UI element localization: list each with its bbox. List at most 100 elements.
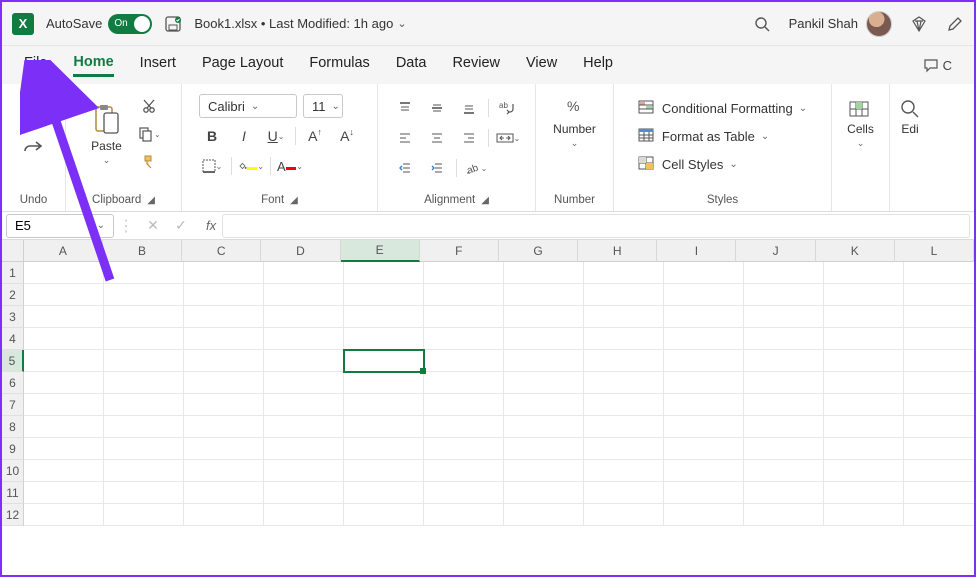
font-launcher[interactable]: ◢ — [290, 195, 298, 206]
cell[interactable] — [904, 394, 974, 416]
format-painter-button[interactable] — [136, 150, 162, 174]
cell[interactable] — [104, 482, 184, 504]
row-header[interactable]: 1 — [2, 262, 24, 284]
cell[interactable] — [584, 328, 664, 350]
cell[interactable] — [344, 328, 424, 350]
cell[interactable] — [744, 460, 824, 482]
cell[interactable] — [664, 328, 744, 350]
cell[interactable] — [264, 416, 344, 438]
cell[interactable] — [184, 482, 264, 504]
cell[interactable] — [824, 284, 904, 306]
cell[interactable] — [744, 372, 824, 394]
cell[interactable] — [744, 394, 824, 416]
cell[interactable] — [744, 328, 824, 350]
cell[interactable] — [344, 262, 424, 284]
cell[interactable] — [904, 504, 974, 526]
cell[interactable] — [664, 372, 744, 394]
cell[interactable] — [344, 284, 424, 306]
underline-button[interactable]: U⌄ — [263, 124, 289, 148]
cell[interactable] — [824, 328, 904, 350]
paste-button[interactable]: Paste ⌄ — [85, 99, 128, 170]
cell[interactable] — [24, 416, 104, 438]
cell[interactable] — [344, 306, 424, 328]
cell[interactable] — [904, 328, 974, 350]
cell[interactable] — [824, 306, 904, 328]
cell-styles-button[interactable]: Cell Styles⌄ — [634, 154, 742, 174]
formula-input[interactable] — [222, 214, 970, 238]
row-header[interactable]: 4 — [2, 328, 24, 350]
alignment-launcher[interactable]: ◢ — [481, 195, 489, 206]
cell[interactable] — [184, 416, 264, 438]
cell[interactable] — [344, 372, 424, 394]
diamond-icon[interactable] — [910, 15, 928, 33]
cell[interactable] — [344, 482, 424, 504]
cell[interactable] — [104, 394, 184, 416]
col-header[interactable]: K — [816, 240, 895, 262]
cell[interactable] — [184, 438, 264, 460]
cell[interactable] — [904, 306, 974, 328]
format-as-table-button[interactable]: Format as Table⌄ — [634, 126, 773, 146]
cell[interactable] — [504, 284, 584, 306]
cell[interactable] — [264, 306, 344, 328]
cell[interactable] — [664, 262, 744, 284]
cell[interactable] — [504, 372, 584, 394]
cell[interactable] — [904, 438, 974, 460]
enter-formula-button[interactable]: ✓ — [168, 214, 194, 238]
col-header[interactable]: A — [24, 240, 103, 262]
cell[interactable] — [344, 416, 424, 438]
fx-icon[interactable]: fx — [200, 218, 222, 233]
row-header[interactable]: 7 — [2, 394, 24, 416]
cell[interactable] — [264, 394, 344, 416]
tab-view[interactable]: View — [526, 55, 557, 75]
col-header[interactable]: I — [657, 240, 736, 262]
cell[interactable] — [584, 394, 664, 416]
save-button[interactable] — [164, 15, 182, 33]
cell[interactable] — [264, 372, 344, 394]
cell[interactable] — [904, 284, 974, 306]
col-header[interactable]: L — [895, 240, 974, 262]
cell[interactable] — [344, 504, 424, 526]
cell[interactable] — [184, 350, 264, 372]
cell[interactable] — [104, 416, 184, 438]
cell[interactable] — [744, 416, 824, 438]
cell[interactable] — [824, 504, 904, 526]
cell[interactable] — [744, 482, 824, 504]
search-icon[interactable] — [753, 15, 771, 33]
cell[interactable] — [824, 262, 904, 284]
cell[interactable] — [24, 372, 104, 394]
row-header[interactable]: 9 — [2, 438, 24, 460]
autosave-toggle[interactable]: AutoSave On — [46, 14, 152, 34]
cell[interactable] — [584, 350, 664, 372]
align-right-button[interactable] — [456, 126, 482, 150]
toggle-on-icon[interactable]: On — [108, 14, 152, 34]
col-header[interactable]: H — [578, 240, 657, 262]
row-header[interactable]: 2 — [2, 284, 24, 306]
cell[interactable] — [824, 394, 904, 416]
row-header[interactable]: 5 — [2, 350, 24, 372]
cell[interactable] — [744, 504, 824, 526]
col-header[interactable]: G — [499, 240, 578, 262]
cell[interactable] — [664, 416, 744, 438]
cells[interactable] — [24, 262, 974, 526]
cell[interactable] — [104, 438, 184, 460]
cell[interactable] — [264, 482, 344, 504]
cell[interactable] — [744, 262, 824, 284]
cell[interactable] — [824, 350, 904, 372]
cell[interactable] — [584, 460, 664, 482]
cell[interactable] — [424, 416, 504, 438]
cell[interactable] — [264, 328, 344, 350]
cell[interactable] — [184, 394, 264, 416]
merge-center-button[interactable]: ⌄ — [495, 126, 521, 150]
col-header[interactable]: F — [420, 240, 499, 262]
cell[interactable] — [264, 460, 344, 482]
cell[interactable] — [664, 350, 744, 372]
cell[interactable] — [184, 460, 264, 482]
select-all-corner[interactable] — [2, 240, 24, 262]
cell[interactable] — [424, 372, 504, 394]
cell[interactable] — [584, 262, 664, 284]
align-center-button[interactable] — [424, 126, 450, 150]
align-bottom-button[interactable] — [456, 96, 482, 120]
cell[interactable] — [584, 284, 664, 306]
cell[interactable] — [424, 328, 504, 350]
font-color-button[interactable]: A⌄ — [277, 154, 303, 178]
